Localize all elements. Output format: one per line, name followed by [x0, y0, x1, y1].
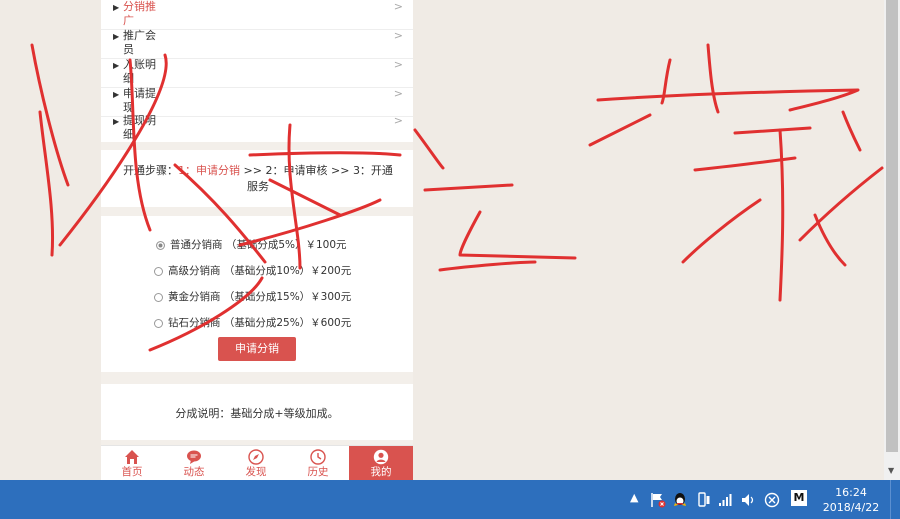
tab-discover[interactable]: 发现 [225, 446, 287, 482]
device-icon[interactable] [696, 492, 712, 508]
compass-icon [248, 449, 264, 465]
volume-icon[interactable] [740, 492, 756, 508]
clock-time: 16:24 [835, 486, 867, 499]
scroll-down-arrow-icon[interactable]: ▼ [888, 466, 894, 475]
radio-button[interactable] [154, 266, 163, 276]
home-icon [125, 450, 139, 464]
step-2: 2：申请审核 [265, 164, 328, 177]
windows-taskbar: ▲ M 16:24 2018/4/22 [0, 480, 900, 519]
triangle-icon: ▶ [113, 90, 120, 99]
user-icon [373, 449, 389, 465]
clock-date: 2018/4/22 [822, 501, 880, 514]
level-option-diamond[interactable]: 钻石分销商 （基础分成25%）￥600元 [154, 315, 351, 330]
level-option-senior[interactable]: 高级分销商 （基础分成10%）￥200元 [154, 263, 351, 278]
triangle-icon: ▶ [113, 117, 120, 126]
system-clock[interactable]: 16:24 2018/4/22 [818, 485, 884, 515]
menu-item-label: 入账明细 [123, 58, 156, 85]
scrollbar-thumb[interactable] [886, 0, 898, 452]
tab-feed[interactable]: 动态 [163, 446, 225, 482]
menu-item-income-detail[interactable]: ▶ 入账明细 > [101, 58, 413, 88]
flag-icon[interactable] [650, 492, 666, 508]
browser-page: ▶ 分销推广 > ▶ 推广会员 > ▶ 入账明细 > ▶ 申请提现 > ▶ 提现 [0, 0, 900, 482]
level-option-normal[interactable]: 普通分销商 （基础分成5%）￥100元 [156, 237, 347, 252]
chevron-right-icon: > [393, 0, 403, 13]
menu-item-promo-members[interactable]: ▶ 推广会员 > [101, 29, 413, 59]
distribution-menu: ▶ 分销推广 > ▶ 推广会员 > ▶ 入账明细 > ▶ 申请提现 > ▶ 提现 [101, 0, 413, 142]
radio-button[interactable] [154, 318, 163, 328]
radio-button[interactable] [156, 240, 165, 250]
tab-mine[interactable]: 我的 [349, 446, 413, 482]
clock-icon [310, 449, 326, 465]
chevron-right-icon: > [393, 29, 403, 42]
commission-note-text: 分成说明：基础分成+等级加成。 [175, 407, 339, 420]
tab-home[interactable]: 首页 [101, 446, 163, 482]
chevron-right-icon: > [393, 87, 403, 100]
triangle-icon: ▶ [113, 61, 120, 70]
mobile-webpage: ▶ 分销推广 > ▶ 推广会员 > ▶ 入账明细 > ▶ 申请提现 > ▶ 提现 [101, 0, 413, 482]
level-option-gold[interactable]: 黄金分销商 （基础分成15%）￥300元 [154, 289, 351, 304]
tray-expand-icon[interactable]: ▲ [630, 491, 638, 504]
menu-item-label: 提现明细 [123, 114, 156, 141]
triangle-icon: ▶ [113, 3, 120, 12]
menu-item-distribution-promo[interactable]: ▶ 分销推广 > [101, 0, 413, 30]
activation-steps: 开通步骤：1：申请分销 >> 2：申请审核 >> 3：开通服务 [101, 150, 413, 207]
steps-text: 开通步骤：1：申请分销 >> 2：申请审核 >> 3：开通服务 [123, 164, 393, 193]
chevron-right-icon: > [393, 58, 403, 71]
triangle-icon: ▶ [113, 32, 120, 41]
chevron-right-icon: > [393, 114, 403, 127]
radio-button[interactable] [154, 292, 163, 302]
menu-item-label: 申请提现 [123, 87, 156, 114]
menu-item-withdraw-detail[interactable]: ▶ 提现明细 > [101, 114, 413, 143]
bottom-tab-bar: 首页 动态 发现 历史 我的 [101, 445, 413, 482]
distributor-level-options: 普通分销商 （基础分成5%）￥100元 高级分销商 （基础分成10%）￥200元… [101, 216, 413, 372]
menu-item-label: 推广会员 [123, 29, 156, 56]
menu-item-label: 分销推广 [123, 0, 156, 27]
show-desktop-button[interactable] [890, 480, 900, 519]
qq-icon[interactable] [672, 492, 688, 508]
apply-distribution-button[interactable]: 申请分销 [218, 337, 296, 361]
vertical-scrollbar[interactable]: ▼ [884, 0, 900, 480]
m-app-icon[interactable]: M [791, 490, 807, 506]
signal-icon[interactable] [718, 492, 734, 508]
commission-note: 分成说明：基础分成+等级加成。 [101, 384, 413, 440]
step-1: 1：申请分销 [178, 164, 241, 177]
chat-icon [187, 450, 201, 464]
menu-item-apply-withdraw[interactable]: ▶ 申请提现 > [101, 87, 413, 117]
close-circle-icon[interactable] [764, 492, 780, 508]
tab-history[interactable]: 历史 [287, 446, 349, 482]
